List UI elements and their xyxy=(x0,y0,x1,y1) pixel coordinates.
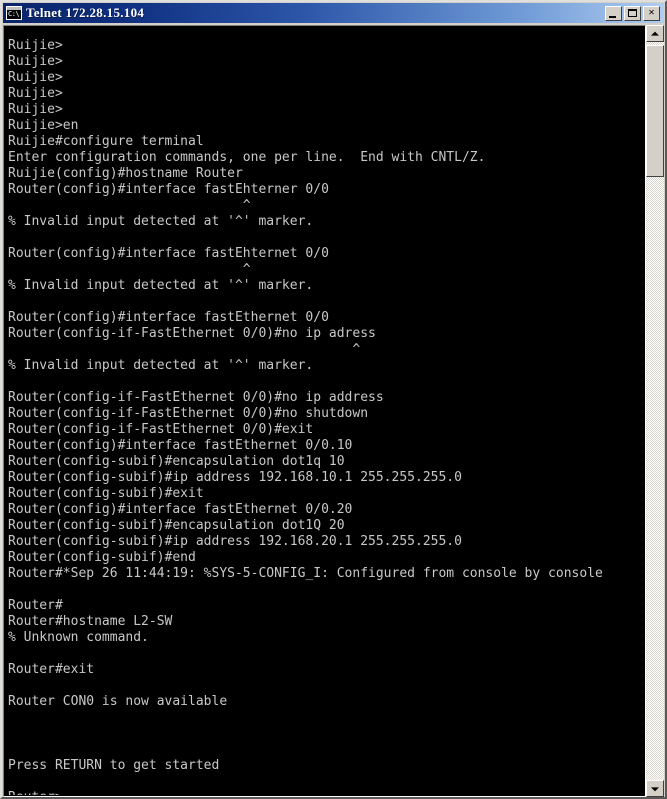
console-icon: C:\ xyxy=(6,6,22,20)
chevron-up-icon xyxy=(651,31,659,36)
window-client-area: Ruijie> Ruijie> Ruijie> Ruijie> Ruijie> … xyxy=(3,25,664,797)
scrollbar-thumb[interactable] xyxy=(646,45,664,177)
scroll-down-arrow-button[interactable] xyxy=(646,780,664,797)
window-title: Telnet 172.28.15.104 xyxy=(26,5,145,20)
maximize-button[interactable] xyxy=(624,5,641,21)
minimize-button[interactable] xyxy=(605,5,622,21)
minimize-icon xyxy=(609,15,616,18)
telnet-window: C:\ Telnet 172.28.15.104 ✕ Ruijie> Ruiji… xyxy=(0,0,667,799)
terminal-surface[interactable]: Ruijie> Ruijie> Ruijie> Ruijie> Ruijie> … xyxy=(5,27,644,795)
terminal-output: Ruijie> Ruijie> Ruijie> Ruijie> Ruijie> … xyxy=(8,38,603,795)
close-button[interactable]: ✕ xyxy=(643,5,660,21)
scroll-up-arrow-button[interactable] xyxy=(646,25,664,42)
maximize-icon xyxy=(628,8,637,17)
close-icon: ✕ xyxy=(648,6,655,18)
vertical-scrollbar[interactable] xyxy=(646,25,664,797)
window-controls: ✕ xyxy=(605,5,660,21)
chevron-down-icon xyxy=(651,786,659,791)
console-icon-glyph: C:\ xyxy=(8,10,20,18)
terminal-frame[interactable]: Ruijie> Ruijie> Ruijie> Ruijie> Ruijie> … xyxy=(3,25,646,797)
title-bar[interactable]: C:\ Telnet 172.28.15.104 ✕ xyxy=(3,3,664,23)
